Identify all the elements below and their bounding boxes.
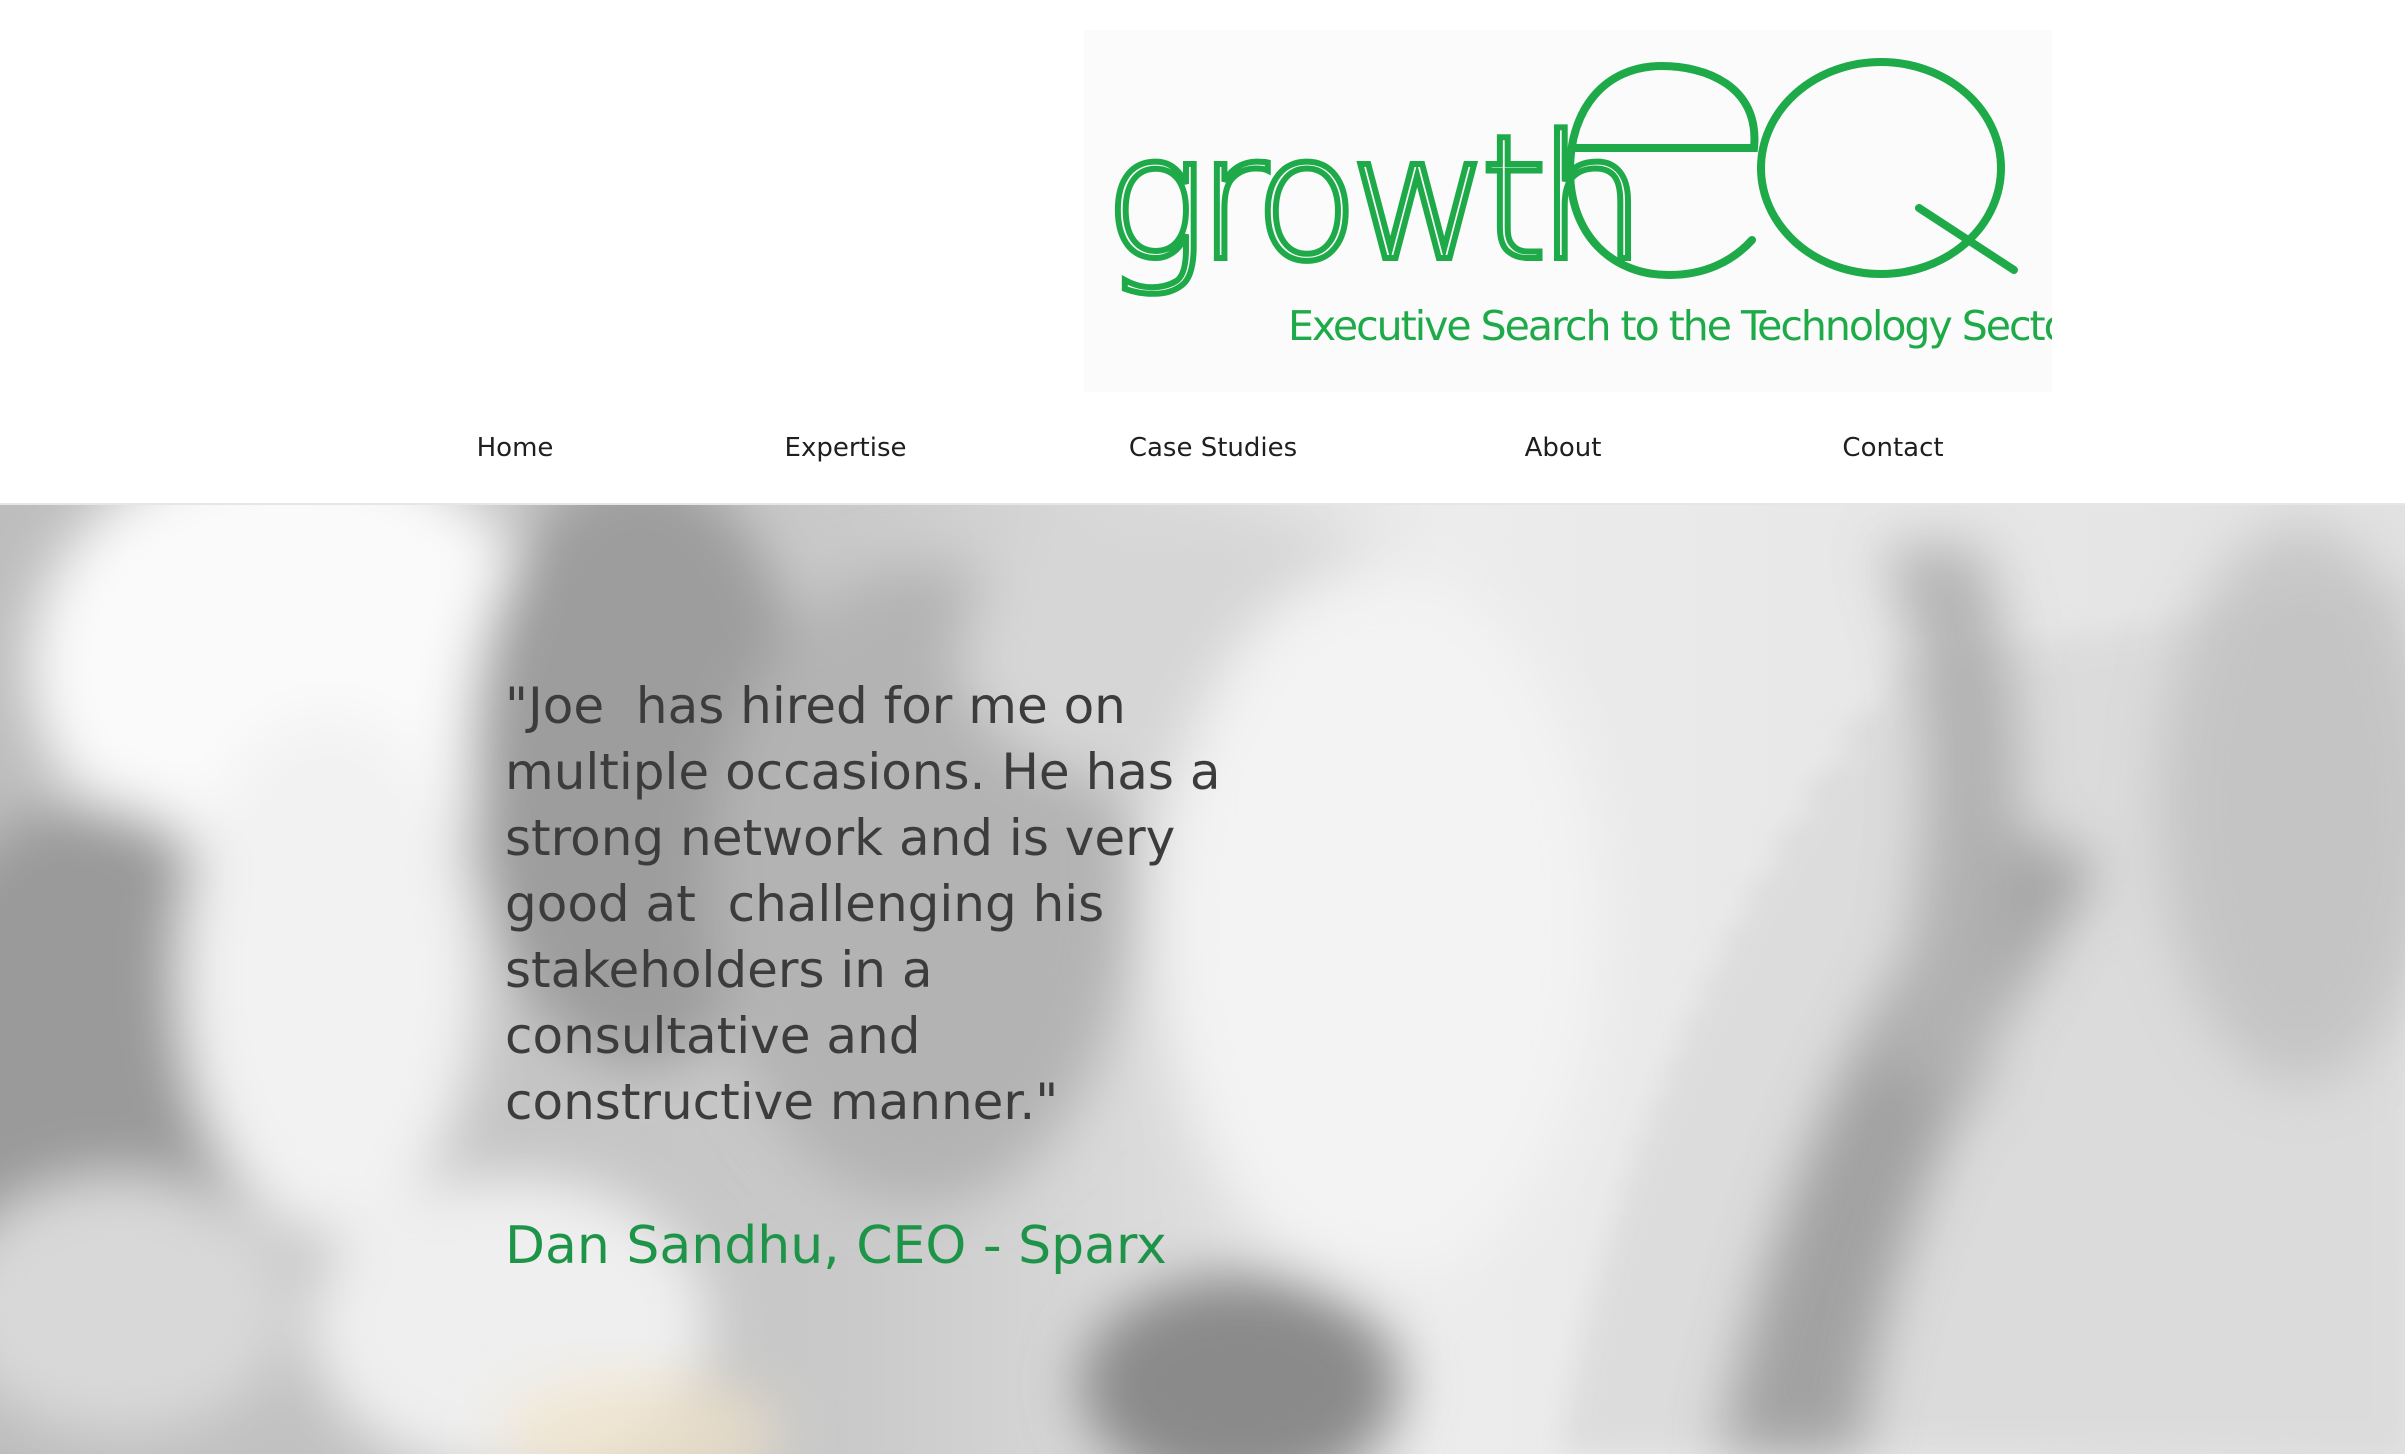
logo-graphic: growth Executive Search to the Technolog… bbox=[1101, 58, 2052, 350]
nav-item-contact[interactable]: Contact bbox=[1828, 418, 1958, 478]
site-header: growth Executive Search to the Technolog… bbox=[0, 0, 2405, 505]
growtheq-logo[interactable]: growth Executive Search to the Technolog… bbox=[1084, 30, 2052, 392]
nav-item-case-studies[interactable]: Case Studies bbox=[1123, 418, 1303, 478]
nav-item-expertise[interactable]: Expertise bbox=[773, 418, 918, 478]
testimonial-author: Dan Sandhu, CEO - Sparx bbox=[505, 1216, 1167, 1276]
logo-word: growth bbox=[1104, 98, 1637, 299]
logo-q-mark bbox=[1757, 58, 2018, 278]
nav-item-home[interactable]: Home bbox=[455, 418, 575, 478]
nav-item-about[interactable]: About bbox=[1508, 418, 1618, 478]
testimonial-hero: "Joe has hired for me on multiple occasi… bbox=[0, 505, 2405, 1454]
testimonial-quote: "Joe has hired for me on multiple occasi… bbox=[505, 677, 1221, 1131]
main-nav: Home Expertise Case Studies About Contac… bbox=[0, 418, 2405, 478]
logo-tagline: Executive Search to the Technology Secto… bbox=[1288, 302, 2052, 350]
